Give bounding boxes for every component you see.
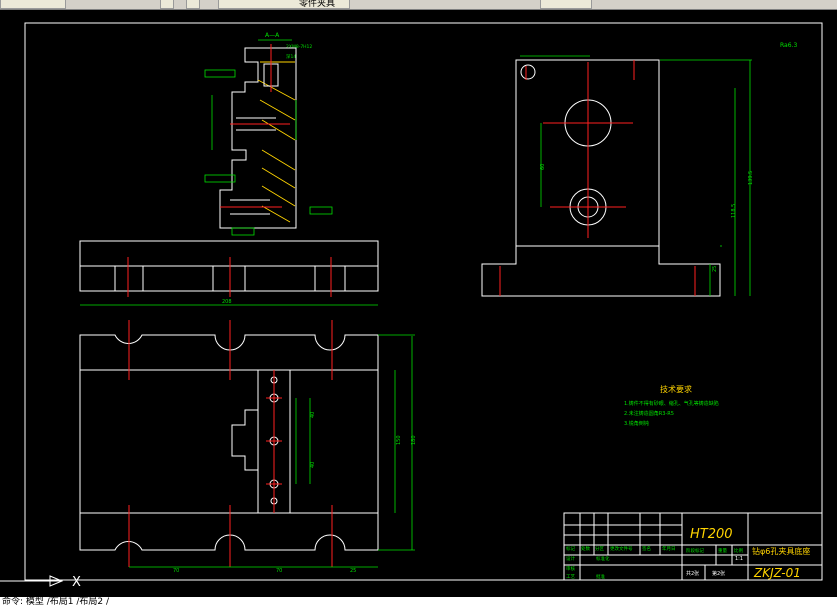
plan-dim-right: 25 [350,568,356,574]
label-change: 更改文件号 [610,545,633,552]
tech-title: 技术要求 [660,384,692,394]
tech-item-2: 2.未注铸造圆角R3-R5 [624,410,674,417]
label-approve: 批准 [596,573,605,580]
plan-dim-h2: 180 [411,435,417,445]
plan-dim-h1: 150 [396,435,402,445]
command-line-text: 命令: 模型 /布局1 /布局2 / [2,597,110,605]
side-dim-total: 139.5 [748,171,754,185]
properties-icon[interactable] [186,0,200,9]
drawing-number: ZKJZ-01 [753,566,801,580]
side-dim-base: 25 [712,266,718,272]
layer-dropdown[interactable]: 零件夹具 [218,0,350,9]
tech-item-3: 3.锐角倒钝 [624,420,649,427]
drawing-canvas[interactable]: A—A 2XM8-7H12 深14 208 139.5 118.5 25 60 … [0,9,837,597]
ucs-x-label: X [72,575,81,590]
toolbar-field[interactable] [0,0,66,9]
section-label: A—A [265,32,280,39]
label-count: 处数 [581,545,590,552]
plan-dim-s2: 40 [310,462,316,468]
section-dim-depth: 深14 [286,53,296,60]
title-block: HT200 钻φ6孔夹具底座 ZKJZ-01 1:1 共2张 第2张 标记 处数… [563,512,823,581]
part-name: 钻φ6孔夹具底座 [752,546,810,556]
command-line[interactable]: 命令: 模型 /布局1 /布局2 / [0,597,837,605]
plan-dim-left: 70 [173,568,179,574]
label-design: 设计 [566,555,575,562]
color-dropdown[interactable] [540,0,592,9]
plan-dim-middle: 70 [276,568,282,574]
ucs-icon: X [0,575,81,590]
layer-name: 零件夹具 [299,0,336,9]
front-dim-width: 208 [222,299,232,305]
tech-requirements: 技术要求 1.铸件不得有砂眼、缩孔、气孔等铸造缺陷 2.未注铸造圆角R3-R5 … [624,384,719,427]
scale-value: 1:1 [735,556,743,562]
tech-item-1: 1.铸件不得有砂眼、缩孔、气孔等铸造缺陷 [624,400,719,407]
label-mark: 标记 [566,545,575,552]
label-weight: 重量 [718,547,727,554]
roughness-mark: Ra6.3 [780,42,797,49]
drawing-border [24,22,823,581]
sheets-total: 共2张 [686,570,699,577]
label-date: 年月日 [662,545,676,552]
front-view: 208 [79,240,379,306]
label-process: 工艺 [566,574,575,580]
sheet-number: 第2张 [712,570,725,577]
label-zone: 分区 [595,545,604,552]
label-review: 审核 [566,565,575,572]
plan-dim-s1: 40 [310,412,316,418]
label-standard: 标准化 [596,555,610,562]
side-view: 139.5 118.5 25 60 Ra6.3 [481,42,797,297]
layer-icon[interactable] [160,0,174,9]
label-scale: 比例 [734,547,743,554]
section-dim-thread: 2XM8-7H12 [286,44,312,50]
label-stage: 阶段标记 [686,547,704,554]
plan-view: 70 70 25 150 180 40 40 [79,320,417,574]
side-dim-spacing: 60 [540,164,546,170]
section-view: A—A 2XM8-7H12 深14 [204,32,333,236]
material: HT200 [690,527,733,542]
side-dim-mid: 118.5 [731,204,737,218]
label-sign: 签名 [642,545,651,552]
